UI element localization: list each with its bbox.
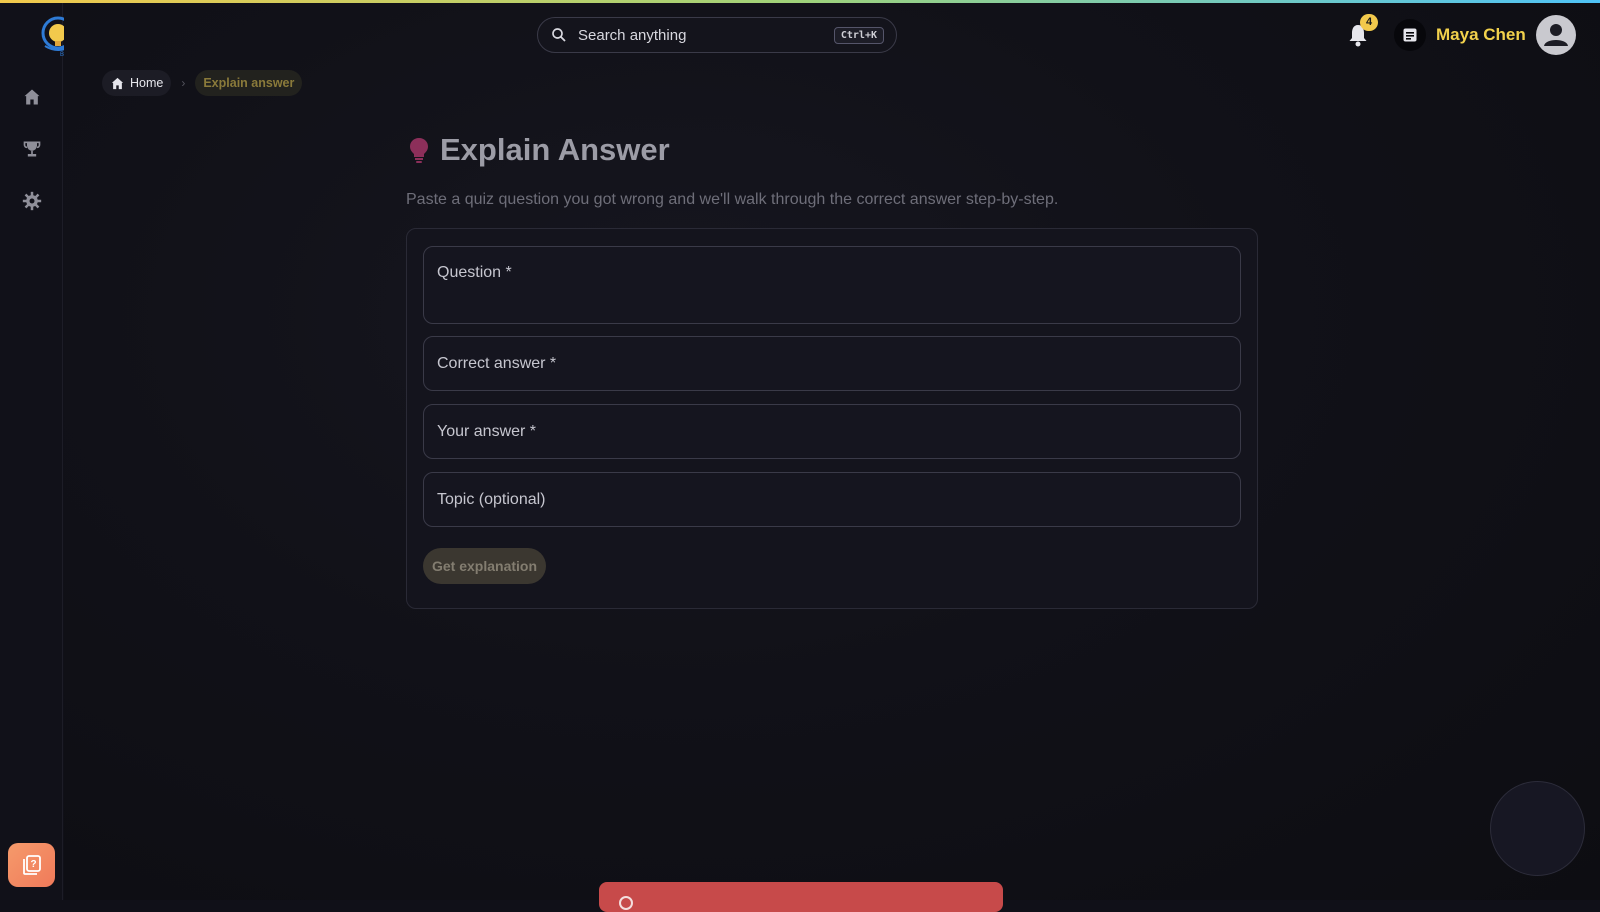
chat-launcher-button[interactable] [1490,781,1585,876]
lightbulb-icon [410,138,428,163]
your-answer-label: Your answer * [437,422,537,440]
sidebar-item-home[interactable] [20,85,44,109]
sidebar-item-settings[interactable] [20,189,44,213]
search-bar[interactable]: Search anything Ctrl+K [537,17,897,53]
page-subtitle: Paste a quiz question you got wrong and … [406,191,1059,208]
sidebar-item-leaderboard[interactable] [20,137,44,161]
search-placeholder: Search anything [578,26,687,44]
breadcrumb-separator: › [181,76,186,90]
search-icon [552,28,566,42]
gear-icon [22,191,42,211]
notes-icon [1403,28,1417,42]
question-field[interactable]: Question * [423,246,1241,324]
correct-answer-field[interactable]: Correct answer * [423,336,1241,391]
question-label: Question * [437,264,512,281]
help-button[interactable]: ? [8,843,55,887]
question-book-icon: ? [22,855,41,875]
your-answer-field[interactable]: Your answer * [423,404,1241,459]
error-toast [599,882,1003,912]
search-shortcut-hint: Ctrl+K [833,26,884,44]
breadcrumb: Home › Explain answer [102,70,303,96]
breadcrumb-home[interactable]: Home [102,70,172,96]
alert-icon [619,896,633,910]
svg-text:?: ? [30,859,36,870]
breadcrumb-current: Explain answer [195,70,303,96]
trophy-icon [23,141,41,157]
breadcrumb-home-label: Home [130,76,164,90]
home-icon [24,89,40,105]
topic-label: Topic (optional) [437,490,546,508]
page-header: Explain Answer [408,132,670,168]
page-title: Explain Answer [440,132,670,167]
sidebar: Bow [0,3,75,900]
notes-button[interactable] [1394,19,1426,51]
user-name[interactable]: Maya Chen [1436,25,1526,45]
correct-answer-label: Correct answer * [437,354,557,372]
get-explanation-button[interactable]: Get explanation [423,548,546,584]
avatar[interactable] [1536,15,1576,55]
notification-count-badge: 4 [1360,14,1378,31]
home-icon [111,77,124,89]
user-icon [1544,24,1568,46]
explain-form-card: Question * Correct answer * Your answer … [406,228,1258,609]
topic-field[interactable]: Topic (optional) [423,472,1241,527]
